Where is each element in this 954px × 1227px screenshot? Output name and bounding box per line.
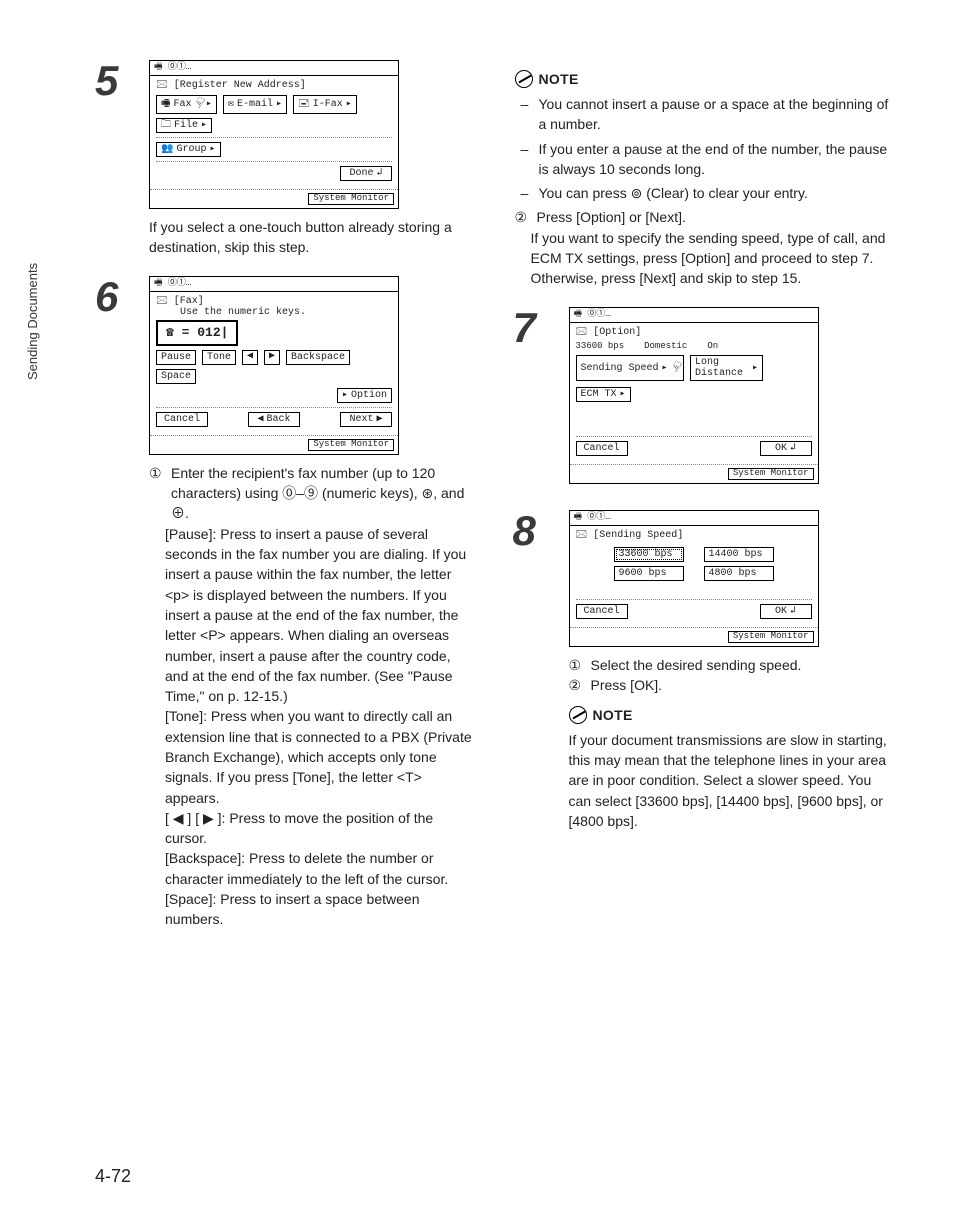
note-label: NOTE	[593, 707, 633, 723]
dial-display: ☎ = 012|	[156, 320, 238, 346]
step5-caption: If you select a one-touch button already…	[149, 217, 475, 258]
btn-fax[interactable]: 🖷 Fax ☟ ▸	[156, 95, 217, 114]
side-chapter-tab: Sending Documents	[25, 263, 40, 380]
screen-title: [Register New Address]	[174, 80, 306, 91]
page-number: 4-72	[95, 1166, 131, 1187]
step-6: 6 🖷 ⓪①… 🖂 [Fax] Use the numeric keys. ☎ …	[95, 276, 475, 930]
screen-fax-dial: 🖷 ⓪①… 🖂 [Fax] Use the numeric keys. ☎ = …	[149, 276, 399, 455]
btn-file[interactable]: 🗀 File ▸	[156, 118, 212, 133]
btn-cancel[interactable]: Cancel	[156, 412, 208, 427]
bullet2-text-a: Press [Option] or [Next].	[537, 207, 686, 227]
note1-item2: If you enter a pause at the end of the n…	[539, 139, 895, 180]
step6-space-text: [Space]: Press to insert a space between…	[165, 889, 475, 930]
btn-cursor-right[interactable]: ▶	[264, 350, 280, 365]
system-monitor-button[interactable]: System Monitor	[728, 631, 814, 643]
system-monitor-button[interactable]: System Monitor	[308, 439, 394, 451]
step-number-6: 6	[95, 276, 131, 318]
step6-body: ① Enter the recipient's fax number (up t…	[149, 463, 475, 930]
step8-bullet2-text: Press [OK].	[591, 675, 663, 695]
bullet2-num: ②	[515, 207, 533, 227]
note1-item1: You cannot insert a pause or a space at …	[539, 94, 895, 135]
step6-bullet1-num: ①	[149, 463, 167, 524]
btn-ecm-tx[interactable]: ECM TX ▸	[576, 387, 631, 402]
bullet2-text-b: If you want to specify the sending speed…	[531, 228, 895, 289]
note-header-1: NOTE	[515, 70, 895, 88]
note-label: NOTE	[539, 71, 579, 87]
pointer-icon: ☟	[191, 96, 206, 114]
btn-ifax[interactable]: 🖃 I-Fax ▸	[293, 95, 357, 114]
step6-arrows-text: [ ◀ ] [ ▶ ]: Press to move the position …	[165, 808, 475, 849]
btn-pause[interactable]: Pause	[156, 350, 196, 365]
step6-pause-text: [Pause]: Press to insert a pause of seve…	[165, 524, 475, 707]
opt-type-val: Domestic	[644, 342, 687, 352]
step8-bullet2-num: ②	[569, 675, 587, 695]
screen7-title: [Option]	[593, 327, 641, 338]
btn-backspace[interactable]: Backspace	[286, 350, 350, 365]
screen-option: 🖷 ⓪①… 🖂 [Option] 33600 bps Domestic On S…	[569, 307, 819, 485]
step-8: 8 🖷 ⓪①… 🖂 [Sending Speed] 33600 bps 1440…	[515, 510, 895, 831]
step-5: 5 🖷 ⓪①… 🖂 [Register New Address] 🖷 Fax ☟…	[95, 60, 475, 258]
btn-ok[interactable]: OK ↲	[760, 604, 812, 619]
step8-bullet1-num: ①	[569, 655, 587, 675]
opt-ecm-val: On	[707, 342, 718, 352]
step-number-8: 8	[513, 510, 549, 552]
note-icon	[569, 706, 587, 724]
btn-done[interactable]: Done ↲	[340, 166, 392, 181]
screen-register-new-address: 🖷 ⓪①… 🖂 [Register New Address] 🖷 Fax ☟ ▸…	[149, 60, 399, 209]
screen6-title: [Fax]	[174, 296, 204, 307]
note1-item3: You can press ⊚ (Clear) to clear your en…	[539, 183, 808, 203]
step6-backspace-text: [Backspace]: Press to delete the number …	[165, 848, 475, 889]
step6-tone-text: [Tone]: Press when you want to directly …	[165, 706, 475, 807]
note1-list: –You cannot insert a pause or a space at…	[521, 94, 895, 203]
btn-cancel[interactable]: Cancel	[576, 441, 628, 456]
btn-tone[interactable]: Tone	[202, 350, 236, 365]
system-monitor-button[interactable]: System Monitor	[728, 468, 814, 480]
btn-cancel[interactable]: Cancel	[576, 604, 628, 619]
btn-ok[interactable]: OK ↲	[760, 441, 812, 456]
system-monitor-button[interactable]: System Monitor	[308, 193, 394, 205]
note-header-2: NOTE	[569, 706, 895, 724]
btn-cursor-left[interactable]: ◀	[242, 350, 258, 365]
speed-33600[interactable]: 33600 bps	[614, 547, 684, 562]
screen-sending-speed: 🖷 ⓪①… 🖂 [Sending Speed] 33600 bps 14400 …	[569, 510, 819, 647]
btn-option[interactable]: ▸ Option	[337, 388, 392, 403]
step-number-7: 7	[513, 307, 549, 349]
note2-text: If your document transmissions are slow …	[569, 730, 895, 831]
opt-speed-val: 33600 bps	[576, 342, 625, 352]
speed-9600[interactable]: 9600 bps	[614, 566, 684, 581]
speed-4800[interactable]: 4800 bps	[704, 566, 774, 581]
step6-bullet1-text: Enter the recipient's fax number (up to …	[171, 463, 475, 524]
btn-email[interactable]: ✉ E-mail ▸	[223, 95, 287, 114]
right-bullet2: ② Press [Option] or [Next]. If you want …	[515, 207, 895, 288]
step8-bullet1-text: Select the desired sending speed.	[591, 655, 802, 675]
btn-long-distance[interactable]: Long Distance ▸	[690, 355, 763, 381]
step-number-5: 5	[95, 60, 131, 102]
step8-body: ① Select the desired sending speed. ② Pr…	[569, 655, 895, 696]
screen6-sub: Use the numeric keys.	[180, 307, 306, 318]
screen8-title: [Sending Speed]	[593, 530, 683, 541]
btn-back[interactable]: ◀ Back	[248, 412, 300, 427]
speed-14400[interactable]: 14400 bps	[704, 547, 774, 562]
btn-space[interactable]: Space	[156, 369, 196, 384]
btn-group[interactable]: 👥 Group ▸	[156, 142, 221, 157]
step-7: 7 🖷 ⓪①… 🖂 [Option] 33600 bps Domestic On	[515, 307, 895, 493]
btn-sending-speed[interactable]: Sending Speed ▸☟	[576, 355, 684, 381]
btn-next[interactable]: Next ▶	[340, 412, 392, 427]
note-icon	[515, 70, 533, 88]
